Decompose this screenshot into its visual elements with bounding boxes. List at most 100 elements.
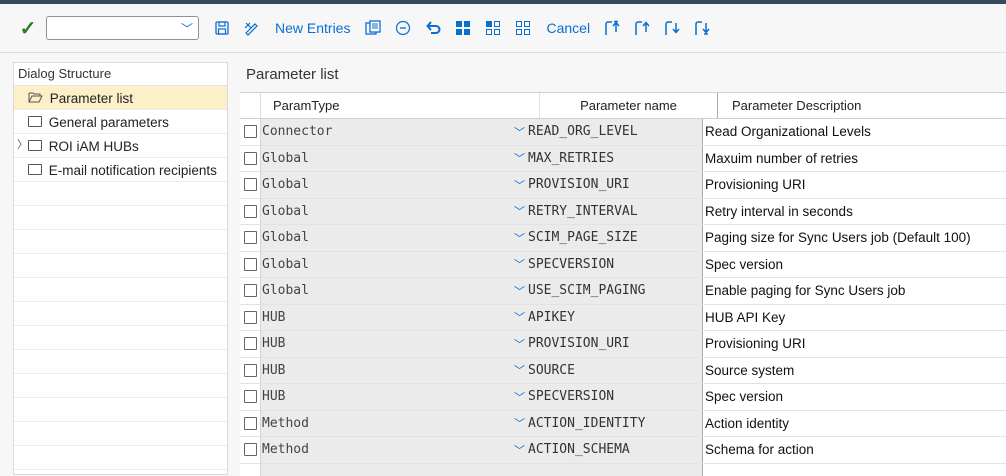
chevron-down-icon[interactable]: ﹀ bbox=[514, 442, 525, 458]
table-row[interactable]: HUB﹀SOURCESource system bbox=[240, 358, 1006, 385]
row-checkbox[interactable] bbox=[244, 205, 257, 218]
table-row[interactable]: Global﹀MAX_RETRIESMaxuim number of retri… bbox=[240, 146, 1006, 173]
row-checkbox[interactable] bbox=[244, 364, 257, 377]
table-row[interactable]: Method﹀ACTION_IDENTITYAction identity bbox=[240, 411, 1006, 438]
paramtype-cell[interactable]: Global﹀ bbox=[260, 172, 526, 198]
row-selector[interactable] bbox=[240, 278, 260, 304]
tree-item-parameter-list[interactable]: Parameter list bbox=[14, 86, 227, 110]
row-checkbox[interactable] bbox=[244, 284, 257, 297]
parameter-description-cell[interactable]: Source system bbox=[703, 363, 1006, 378]
row-selector[interactable] bbox=[240, 411, 260, 437]
row-checkbox[interactable] bbox=[244, 231, 257, 244]
cancel-button[interactable]: Cancel bbox=[538, 20, 598, 36]
row-checkbox[interactable] bbox=[244, 417, 257, 430]
row-checkbox[interactable] bbox=[244, 152, 257, 165]
last-page-icon[interactable] bbox=[688, 13, 718, 43]
row-checkbox[interactable] bbox=[244, 178, 257, 191]
table-row[interactable]: HUB﹀SPECVERSIONSpec version bbox=[240, 384, 1006, 411]
parameter-description-cell[interactable]: Enable paging for Sync Users job bbox=[703, 283, 1006, 298]
row-checkbox[interactable] bbox=[244, 443, 257, 456]
row-selector[interactable] bbox=[240, 252, 260, 278]
paramtype-cell[interactable]: Connector﹀ bbox=[260, 119, 526, 145]
parameter-description-cell[interactable]: Maxuim number of retries bbox=[703, 151, 1006, 166]
row-selector[interactable] bbox=[240, 146, 260, 172]
chevron-down-icon[interactable]: ﹀ bbox=[514, 415, 525, 431]
column-header-parameter-description[interactable]: Parameter Description bbox=[718, 93, 1006, 118]
edit-toggle-icon[interactable] bbox=[237, 13, 267, 43]
table-row[interactable]: Connector﹀READ_ORG_LEVELRead Organizatio… bbox=[240, 119, 1006, 146]
first-page-icon[interactable] bbox=[598, 13, 628, 43]
parameter-description-cell[interactable]: Read Organizational Levels bbox=[703, 124, 1006, 139]
row-checkbox[interactable] bbox=[244, 311, 257, 324]
paramtype-cell[interactable]: Method﹀ bbox=[260, 437, 526, 463]
table-row[interactable]: Global﹀SCIM_PAGE_SIZEPaging size for Syn… bbox=[240, 225, 1006, 252]
undo-icon[interactable] bbox=[418, 13, 448, 43]
new-entries-button[interactable]: New Entries bbox=[267, 20, 358, 36]
tree-item-general-parameters[interactable]: General parameters bbox=[14, 110, 227, 134]
paramtype-cell[interactable]: Global﹀ bbox=[260, 199, 526, 225]
command-field[interactable]: ﹀ bbox=[46, 16, 199, 40]
expand-chevron-icon[interactable]: 〉 bbox=[17, 134, 28, 157]
paramtype-cell[interactable]: Global﹀ bbox=[260, 225, 526, 251]
parameter-description-cell[interactable]: Spec version bbox=[703, 389, 1006, 404]
paramtype-cell[interactable]: Global﹀ bbox=[260, 146, 526, 172]
row-checkbox[interactable] bbox=[244, 390, 257, 403]
column-header-paramtype[interactable]: ParamType bbox=[261, 93, 540, 118]
paramtype-cell[interactable]: HUB﹀ bbox=[260, 331, 526, 357]
table-row[interactable]: Global﹀USE_SCIM_PAGINGEnable paging for … bbox=[240, 278, 1006, 305]
parameter-description-cell[interactable]: Paging size for Sync Users job (Default … bbox=[703, 230, 1006, 245]
chevron-down-icon[interactable]: ﹀ bbox=[514, 230, 525, 246]
paramtype-cell[interactable]: Global﹀ bbox=[260, 278, 526, 304]
parameter-description-cell[interactable]: Retry interval in seconds bbox=[703, 204, 1006, 219]
parameter-description-cell[interactable]: Provisioning URI bbox=[703, 336, 1006, 351]
paramtype-cell[interactable]: HUB﹀ bbox=[260, 384, 526, 410]
select-block-icon[interactable] bbox=[478, 13, 508, 43]
row-selector[interactable] bbox=[240, 199, 260, 225]
table-row[interactable]: Method﹀ACTION_SCHEMASchema for action bbox=[240, 437, 1006, 464]
select-all-cell[interactable] bbox=[240, 93, 261, 118]
chevron-down-icon[interactable]: ﹀ bbox=[514, 177, 525, 193]
chevron-down-icon[interactable]: ﹀ bbox=[181, 20, 193, 37]
row-selector[interactable] bbox=[240, 358, 260, 384]
row-selector[interactable] bbox=[240, 437, 260, 463]
parameter-description-cell[interactable]: Action identity bbox=[703, 416, 1006, 431]
deselect-all-icon[interactable] bbox=[508, 13, 538, 43]
chevron-down-icon[interactable]: ﹀ bbox=[514, 150, 525, 166]
table-row[interactable]: HUB﹀PROVISION_URIProvisioning URI bbox=[240, 331, 1006, 358]
paramtype-cell[interactable]: HUB﹀ bbox=[260, 358, 526, 384]
chevron-down-icon[interactable]: ﹀ bbox=[514, 256, 525, 272]
chevron-down-icon[interactable]: ﹀ bbox=[514, 124, 525, 140]
chevron-down-icon[interactable]: ﹀ bbox=[514, 336, 525, 352]
chevron-down-icon[interactable]: ﹀ bbox=[514, 389, 525, 405]
row-checkbox[interactable] bbox=[244, 125, 257, 138]
table-row[interactable]: HUB﹀APIKEYHUB API Key bbox=[240, 305, 1006, 332]
previous-page-icon[interactable] bbox=[628, 13, 658, 43]
paramtype-cell[interactable]: Method﹀ bbox=[260, 411, 526, 437]
paramtype-cell[interactable]: HUB﹀ bbox=[260, 305, 526, 331]
row-checkbox[interactable] bbox=[244, 258, 257, 271]
chevron-down-icon[interactable]: ﹀ bbox=[514, 362, 525, 378]
delete-icon[interactable] bbox=[388, 13, 418, 43]
parameter-description-cell[interactable]: Schema for action bbox=[703, 442, 1006, 457]
enter-check-icon[interactable]: ✓ bbox=[10, 13, 46, 43]
save-icon[interactable] bbox=[207, 13, 237, 43]
row-selector[interactable] bbox=[240, 331, 260, 357]
column-header-parameter-name[interactable]: Parameter name bbox=[540, 93, 718, 118]
table-row[interactable]: Global﹀PROVISION_URIProvisioning URI bbox=[240, 172, 1006, 199]
parameter-description-cell[interactable]: Spec version bbox=[703, 257, 1006, 272]
paramtype-cell[interactable]: Global﹀ bbox=[260, 252, 526, 278]
row-selector[interactable] bbox=[240, 172, 260, 198]
select-all-icon[interactable] bbox=[448, 13, 478, 43]
row-checkbox[interactable] bbox=[244, 337, 257, 350]
row-selector[interactable] bbox=[240, 384, 260, 410]
row-selector[interactable] bbox=[240, 225, 260, 251]
table-row[interactable]: Global﹀RETRY_INTERVALRetry interval in s… bbox=[240, 199, 1006, 226]
chevron-down-icon[interactable]: ﹀ bbox=[514, 283, 525, 299]
parameter-description-cell[interactable]: Provisioning URI bbox=[703, 177, 1006, 192]
tree-item-roi-iam-hubs[interactable]: 〉 ROI iAM HUBs bbox=[14, 134, 227, 158]
row-selector[interactable] bbox=[240, 119, 260, 145]
parameter-description-cell[interactable]: HUB API Key bbox=[703, 310, 1006, 325]
copy-as-icon[interactable] bbox=[358, 13, 388, 43]
table-row[interactable]: Global﹀SPECVERSIONSpec version bbox=[240, 252, 1006, 279]
chevron-down-icon[interactable]: ﹀ bbox=[514, 203, 525, 219]
